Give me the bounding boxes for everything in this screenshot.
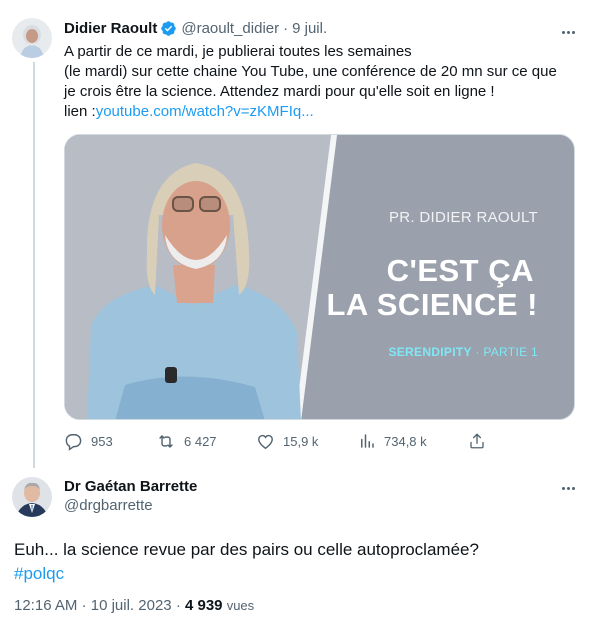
reply-icon <box>65 434 82 451</box>
separator-dot: · <box>81 597 87 614</box>
more-options-icon[interactable] <box>557 478 579 498</box>
reply-count: 953 <box>91 434 113 449</box>
separator-dot: · <box>175 597 181 614</box>
retweet-count: 6 427 <box>184 434 217 449</box>
author-handle[interactable]: @raoult_didier <box>181 20 279 37</box>
views-label: vues <box>226 598 255 613</box>
retweet-icon <box>159 435 173 448</box>
author-handle[interactable]: @drgbarrette <box>64 497 153 514</box>
tweet-text-line: A partir de ce mardi, je publierai toute… <box>64 43 412 60</box>
thread-connector-line <box>33 62 35 468</box>
share-button[interactable] <box>468 432 486 450</box>
tweet-text: A partir de ce mardi, je publierai toute… <box>64 42 584 122</box>
tweet-text: Euh... la science revue par des pairs ou… <box>14 538 479 586</box>
media-title-line2: LA SCIENCE ! <box>326 287 538 322</box>
media-kicker: PR. DIDIER RAOULT <box>388 209 538 226</box>
video-thumbnail-card[interactable]: PR. DIDIER RAOULT C'EST ÇA LA SCIENCE ! … <box>64 134 575 420</box>
author-name[interactable]: Didier Raoult <box>64 20 157 37</box>
tweet-text-line: lien :youtube.com/watch?v=zKMFIq... <box>64 102 584 122</box>
separator-dot: · <box>283 20 289 37</box>
link-prefix: lien : <box>64 103 96 120</box>
avatar-didier-raoult[interactable] <box>12 18 52 58</box>
share-icon <box>470 433 484 449</box>
media-series: SERENDIPITY <box>388 345 472 359</box>
tweet-header: Didier Raoult @raoult_didier · 9 juil. <box>64 20 327 37</box>
youtube-link[interactable]: youtube.com/watch?v=zKMFIq... <box>96 103 314 120</box>
like-count: 15,9 k <box>283 434 319 449</box>
views-count: 734,8 k <box>384 433 427 449</box>
media-title-line1: C'EST ÇA <box>386 253 534 288</box>
bar-chart-icon <box>361 434 374 448</box>
tweet-metadata: 12:16 AM · 10 juil. 2023 · 4 939 vues <box>14 597 254 614</box>
tweet-date[interactable]: 9 juil. <box>292 20 327 37</box>
verified-badge-icon <box>160 20 177 37</box>
heart-icon <box>258 434 273 450</box>
media-subtitle: SERENDIPITY · PARTIE 1 <box>388 345 538 359</box>
like-button[interactable]: 15,9 k <box>256 432 318 451</box>
tweet-actions-bar: 953 6 427 15,9 k 734,8 k <box>64 432 494 454</box>
tweet-time[interactable]: 12:16 AM <box>14 597 77 614</box>
tweet-date[interactable]: 10 juil. 2023 <box>91 597 172 614</box>
tweet-text-line: Euh... la science revue par des pairs ou… <box>14 540 479 559</box>
more-options-icon[interactable] <box>557 22 579 42</box>
hashtag-link[interactable]: #polqc <box>14 562 479 586</box>
reply-button[interactable]: 953 <box>64 432 113 451</box>
views-count: 4 939 <box>184 597 223 614</box>
avatar-gaetan-barrette[interactable] <box>12 477 52 517</box>
tweet-text-line: (le mardi) sur cette chaine You Tube, un… <box>64 63 557 80</box>
media-part: · PARTIE 1 <box>471 345 538 359</box>
tweet-text-line: je crois être la science. Attendez mardi… <box>64 83 495 100</box>
author-name[interactable]: Dr Gaétan Barrette <box>64 478 197 495</box>
views-button[interactable]: 734,8 k <box>358 432 427 450</box>
retweet-button[interactable]: 6 427 <box>156 432 217 451</box>
